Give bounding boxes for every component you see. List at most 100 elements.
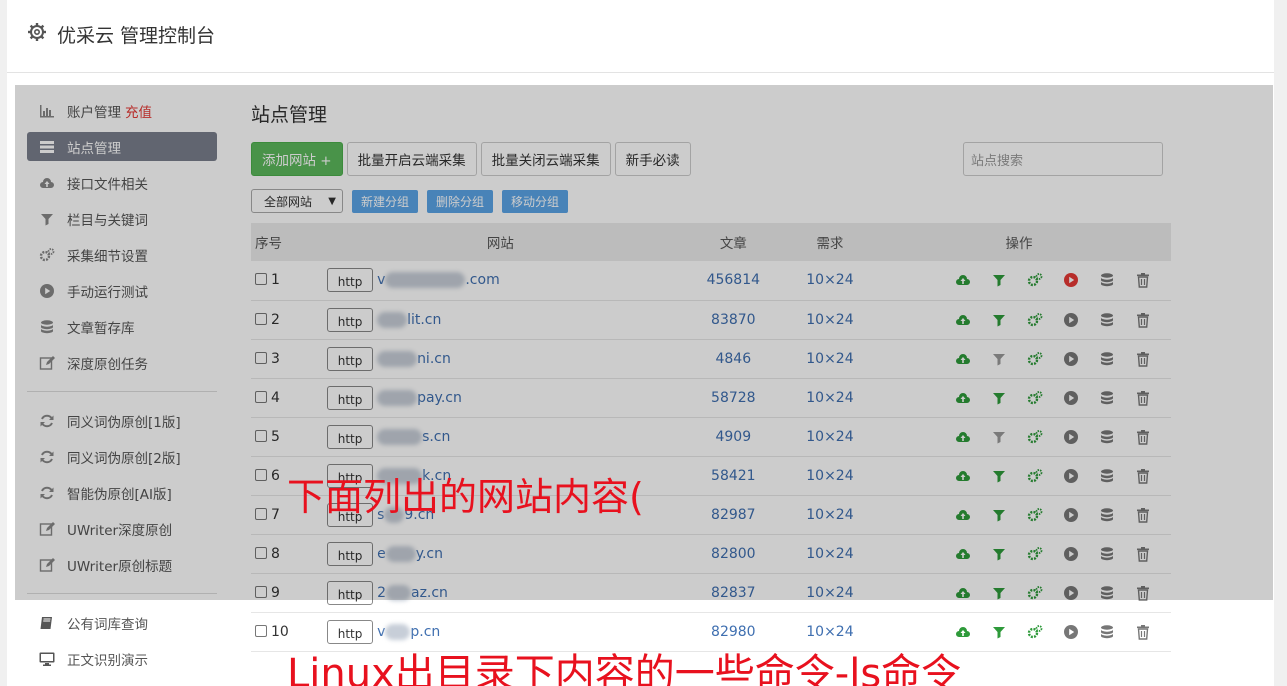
filter-icon[interactable]: [991, 507, 1007, 523]
requirement[interactable]: 10×24: [793, 261, 867, 300]
sidebar-item-group3-0[interactable]: 公有词库查询: [27, 605, 217, 641]
requirement[interactable]: 10×24: [793, 456, 867, 495]
database-icon[interactable]: [1099, 390, 1115, 406]
trash-icon[interactable]: [1135, 468, 1151, 484]
cloud-upload-icon[interactable]: [955, 272, 971, 288]
trash-icon[interactable]: [1135, 390, 1151, 406]
play-circle-icon[interactable]: [1063, 468, 1079, 484]
domain-suffix[interactable]: p.cn: [410, 624, 440, 640]
sidebar-item-group1-1[interactable]: 站点管理: [27, 132, 217, 161]
gears-icon[interactable]: [1027, 507, 1043, 523]
row-checkbox[interactable]: [255, 546, 267, 559]
gears-icon[interactable]: [1027, 585, 1043, 601]
database-icon[interactable]: [1099, 468, 1115, 484]
domain-suffix[interactable]: .com: [465, 272, 499, 288]
filter-icon[interactable]: [991, 312, 1007, 328]
domain-prefix[interactable]: v: [377, 272, 385, 288]
filter-icon[interactable]: [991, 624, 1007, 640]
article-count[interactable]: 82837: [674, 573, 793, 612]
cloud-upload-icon[interactable]: [955, 624, 971, 640]
database-icon[interactable]: [1099, 624, 1115, 640]
play-circle-icon[interactable]: [1063, 272, 1079, 288]
sidebar-item-group1-3[interactable]: 栏目与关键词: [27, 201, 217, 237]
database-icon[interactable]: [1099, 546, 1115, 562]
batch-disable-button[interactable]: 批量关闭云端采集: [480, 142, 611, 176]
gears-icon[interactable]: [1027, 272, 1043, 288]
delete-group-button[interactable]: 删除分组: [427, 189, 494, 213]
cloud-upload-icon[interactable]: [955, 429, 971, 445]
sidebar-item-group3-1[interactable]: 正文识别演示: [27, 641, 217, 677]
row-checkbox[interactable]: [255, 468, 267, 481]
filter-icon[interactable]: [991, 585, 1007, 601]
sidebar-item-group2-4[interactable]: UWriter原创标题: [27, 547, 217, 583]
sidebar-item-group1-5[interactable]: 手动运行测试: [27, 273, 217, 309]
trash-icon[interactable]: [1135, 312, 1151, 328]
play-circle-icon[interactable]: [1063, 429, 1079, 445]
site-search-input[interactable]: 站点搜索: [963, 142, 1163, 176]
gears-icon[interactable]: [1027, 390, 1043, 406]
trash-icon[interactable]: [1135, 585, 1151, 601]
row-checkbox[interactable]: [255, 624, 267, 637]
article-count[interactable]: 4909: [674, 417, 793, 456]
trash-icon[interactable]: [1135, 546, 1151, 562]
database-icon[interactable]: [1099, 507, 1115, 523]
trash-icon[interactable]: [1135, 624, 1151, 640]
filter-icon[interactable]: [991, 390, 1007, 406]
sidebar-item-group2-3[interactable]: UWriter深度原创: [27, 511, 217, 547]
row-checkbox[interactable]: [255, 351, 267, 364]
add-site-button[interactable]: 添加网站 +: [251, 142, 343, 176]
article-count[interactable]: 83870: [674, 300, 793, 339]
play-circle-icon[interactable]: [1063, 546, 1079, 562]
gears-icon[interactable]: [1027, 468, 1043, 484]
sidebar-item-group2-0[interactable]: 同义词伪原创[1版]: [27, 403, 217, 439]
article-count[interactable]: 58421: [674, 456, 793, 495]
sidebar-item-group2-2[interactable]: 智能伪原创[AI版]: [27, 475, 217, 511]
domain-prefix[interactable]: e: [377, 546, 386, 562]
sidebar-item-group1-2[interactable]: 接口文件相关: [27, 165, 217, 201]
cloud-upload-icon[interactable]: [955, 546, 971, 562]
article-count[interactable]: 4846: [674, 339, 793, 378]
row-checkbox[interactable]: [255, 507, 267, 520]
requirement[interactable]: 10×24: [793, 300, 867, 339]
requirement[interactable]: 10×24: [793, 417, 867, 456]
article-count[interactable]: 82800: [674, 534, 793, 573]
gears-icon[interactable]: [1027, 429, 1043, 445]
cloud-upload-icon[interactable]: [955, 507, 971, 523]
row-checkbox[interactable]: [255, 273, 267, 286]
database-icon[interactable]: [1099, 351, 1115, 367]
domain-suffix[interactable]: az.cn: [411, 585, 448, 601]
requirement[interactable]: 10×24: [793, 339, 867, 378]
cloud-upload-icon[interactable]: [955, 390, 971, 406]
sidebar-item-group1-6[interactable]: 文章暂存库: [27, 309, 217, 345]
domain-suffix[interactable]: y.cn: [416, 546, 443, 562]
batch-enable-button[interactable]: 批量开启云端采集: [346, 142, 477, 176]
trash-icon[interactable]: [1135, 429, 1151, 445]
article-count[interactable]: 456814: [674, 261, 793, 300]
domain-suffix[interactable]: lit.cn: [407, 312, 441, 328]
play-circle-icon[interactable]: [1063, 507, 1079, 523]
site-filter-select[interactable]: 全部网站 ▼: [251, 189, 343, 213]
trash-icon[interactable]: [1135, 507, 1151, 523]
sidebar-item-group1-7[interactable]: 深度原创任务: [27, 345, 217, 381]
gears-icon[interactable]: [1027, 312, 1043, 328]
database-icon[interactable]: [1099, 585, 1115, 601]
gears-icon[interactable]: [1027, 351, 1043, 367]
cloud-upload-icon[interactable]: [955, 468, 971, 484]
play-circle-icon[interactable]: [1063, 624, 1079, 640]
article-count[interactable]: 58728: [674, 378, 793, 417]
row-checkbox[interactable]: [255, 390, 267, 403]
gears-icon[interactable]: [1027, 624, 1043, 640]
play-circle-icon[interactable]: [1063, 351, 1079, 367]
filter-icon[interactable]: [991, 429, 1007, 445]
filter-icon[interactable]: [991, 351, 1007, 367]
row-checkbox[interactable]: [255, 429, 267, 442]
domain-suffix[interactable]: pay.cn: [417, 390, 462, 406]
database-icon[interactable]: [1099, 272, 1115, 288]
database-icon[interactable]: [1099, 429, 1115, 445]
domain-suffix[interactable]: ni.cn: [417, 351, 451, 367]
new-group-button[interactable]: 新建分组: [352, 189, 419, 213]
row-checkbox[interactable]: [255, 312, 267, 325]
guide-button[interactable]: 新手必读: [614, 142, 691, 176]
cloud-upload-icon[interactable]: [955, 351, 971, 367]
requirement[interactable]: 10×24: [793, 573, 867, 612]
